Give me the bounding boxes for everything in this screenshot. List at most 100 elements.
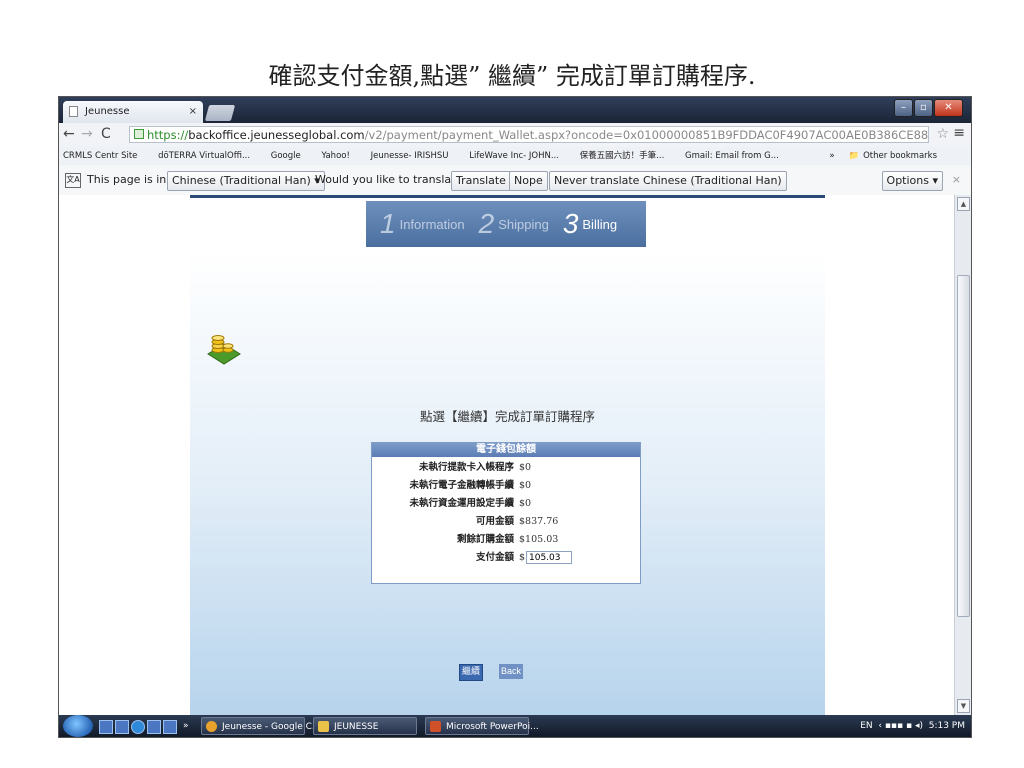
language-select[interactable]: Chinese (Traditional Han) ▾ xyxy=(167,171,325,191)
scroll-up-icon[interactable]: ▲ xyxy=(957,197,970,211)
bookmark-item[interactable]: Yahoo! xyxy=(321,151,349,161)
wallet-row-label: 未執行資金運用設定手續 xyxy=(409,498,514,509)
bookmark-item[interactable]: 保養五國六訪！手筆... xyxy=(580,151,665,161)
translate-bar: 文A This page is in Chinese (Traditional … xyxy=(59,165,971,196)
url-path: /v2/payment/payment_Wallet.aspx?oncode=0… xyxy=(364,128,929,142)
new-tab-button[interactable] xyxy=(204,105,236,121)
wallet-row-label: 剩餘訂購金額 xyxy=(456,534,514,545)
bookmark-star-icon[interactable]: ☆ xyxy=(936,126,949,142)
step-number: 2 xyxy=(478,208,495,239)
translate-close-icon[interactable]: × xyxy=(952,165,961,195)
wallet-row: 未執行電子金融轉帳手續 $0 xyxy=(372,477,640,495)
quicklaunch-more[interactable]: » xyxy=(183,715,189,737)
taskbar-item-powerpoint[interactable]: Microsoft PowerPoi... xyxy=(425,717,539,735)
translate-button[interactable]: Translate xyxy=(451,171,511,191)
wallet-row-value: $837.76 xyxy=(519,516,559,527)
scroll-down-icon[interactable]: ▼ xyxy=(957,699,970,713)
wallet-row: 未執行資金運用設定手續 $0 xyxy=(372,495,640,513)
taskbar-item-label: Jeunesse - Google C... xyxy=(222,722,321,732)
start-orb-icon[interactable] xyxy=(63,715,93,737)
pay-amount-input[interactable] xyxy=(526,551,572,564)
tab-jeunesse[interactable]: Jeunesse × xyxy=(63,101,203,123)
lock-icon xyxy=(134,129,144,139)
wallet-row-label: 可用金額 xyxy=(475,516,514,527)
taskbar-item-folder[interactable]: JEUNESSE xyxy=(313,717,417,735)
language-indicator[interactable]: EN xyxy=(860,721,872,731)
ie-icon[interactable] xyxy=(131,720,145,734)
address-bar-row: ← → C https://backoffice.jeunesseglobal.… xyxy=(59,123,971,148)
pay-amount-row: 支付金額 $ xyxy=(372,549,640,567)
url-scheme: https:// xyxy=(147,128,189,142)
taskbar-item-chrome[interactable]: Jeunesse - Google C... xyxy=(201,717,321,735)
translate-icon: 文A xyxy=(65,173,81,188)
bookmarks-bar: CRMLS Centr Site dōTERRA VirtualOffi... … xyxy=(59,147,971,166)
step-number: 3 xyxy=(562,208,579,239)
url-domain: backoffice.jeunesseglobal.com xyxy=(188,128,365,142)
nope-button[interactable]: Nope xyxy=(509,171,548,191)
options-button[interactable]: Options ▾ xyxy=(881,171,943,191)
wallet-row-value: $105.03 xyxy=(519,534,559,545)
forward-arrow-icon[interactable]: → xyxy=(81,126,93,142)
step-label: Billing xyxy=(582,216,618,232)
wallet-balance-panel: 電子錢包餘額 未執行提款卡入帳程序 $0 未執行電子金融轉帳手續 $0 未執行資金運… xyxy=(371,442,641,584)
vertical-scrollbar[interactable]: ▲ ▼ xyxy=(954,195,971,715)
quicklaunch-icon[interactable] xyxy=(147,720,161,734)
pay-amount-label: 支付金額 xyxy=(475,552,514,563)
reload-icon[interactable]: C xyxy=(101,126,111,142)
continue-button[interactable]: 繼續 xyxy=(459,664,483,681)
menu-icon[interactable]: ≡ xyxy=(953,125,965,141)
tray-icons[interactable]: ‹ ▪▪▪ ▪ ◂) xyxy=(876,721,926,731)
page-viewport: 1 Information 2 Shipping 3 Billing 點選【繼續】完成… xyxy=(59,195,955,718)
bookmark-item[interactable]: CRMLS Centr Site xyxy=(63,151,137,161)
step-billing: 3 Billing xyxy=(563,208,617,240)
wallet-row-label: 未執行提款卡入帳程序 xyxy=(418,462,514,473)
tab-close-icon[interactable]: × xyxy=(189,101,197,123)
minimize-button[interactable]: – xyxy=(894,99,913,117)
powerpoint-icon xyxy=(430,721,441,732)
wallet-row-value: $0 xyxy=(519,480,532,491)
checkout-steps: 1 Information 2 Shipping 3 Billing xyxy=(366,201,646,247)
never-translate-button[interactable]: Never translate Chinese (Traditional Han… xyxy=(549,171,787,191)
window-controls: – ▫ ✕ xyxy=(893,99,963,117)
bookmark-item[interactable]: Gmail: Email from G... xyxy=(685,151,779,161)
step-label: Shipping xyxy=(498,216,549,232)
pay-currency: $ xyxy=(519,552,526,563)
step-information: 1 Information xyxy=(380,208,465,240)
tab-strip: Jeunesse × – ▫ ✕ xyxy=(59,97,971,123)
page-icon xyxy=(69,106,78,117)
bookmark-item[interactable]: dōTERRA VirtualOffi... xyxy=(158,151,250,161)
wallet-row-label: 未執行電子金融轉帳手續 xyxy=(409,480,514,491)
bookmark-item[interactable]: Google xyxy=(271,151,301,161)
wallet-row: 可用金額 $837.76 xyxy=(372,513,640,531)
clock[interactable]: 5:13 PM xyxy=(929,721,965,731)
quicklaunch-icon[interactable] xyxy=(99,720,113,734)
taskbar: » Jeunesse - Google C... JEUNESSE Micros… xyxy=(59,715,971,737)
scroll-thumb[interactable] xyxy=(957,275,970,617)
other-bookmarks[interactable]: » 📁 Other bookmarks xyxy=(825,147,951,165)
back-arrow-icon[interactable]: ← xyxy=(63,126,75,142)
wallet-row-value: $0 xyxy=(519,462,532,473)
taskbar-item-label: JEUNESSE xyxy=(334,722,379,732)
folder-icon xyxy=(318,721,329,732)
url-field[interactable]: https://backoffice.jeunesseglobal.com/v2… xyxy=(129,126,929,143)
quicklaunch-icon[interactable] xyxy=(163,720,177,734)
wallet-row: 剩餘訂購金額 $105.03 xyxy=(372,531,640,549)
close-window-button[interactable]: ✕ xyxy=(933,99,963,117)
other-bookmarks-label: Other bookmarks xyxy=(863,151,937,161)
step-number: 1 xyxy=(380,208,396,239)
wallet-coins-icon xyxy=(207,335,241,365)
translate-prefix: This page is in xyxy=(87,173,167,186)
instruction-text: 點選【繼續】完成訂單訂購程序 xyxy=(419,409,595,424)
maximize-button[interactable]: ▫ xyxy=(913,99,933,117)
back-button[interactable]: Back xyxy=(499,664,523,679)
system-tray: EN ‹ ▪▪▪ ▪ ◂) 5:13 PM xyxy=(860,715,965,737)
wallet-row: 未執行提款卡入帳程序 $0 xyxy=(372,459,640,477)
bookmarks-more: » xyxy=(829,151,835,161)
quicklaunch-icon[interactable] xyxy=(115,720,129,734)
tab-title: Jeunesse xyxy=(85,106,130,117)
bookmark-item[interactable]: Jeunesse- IRISHSU xyxy=(371,151,449,161)
wallet-header: 電子錢包餘額 xyxy=(372,443,640,457)
wallet-row-value: $0 xyxy=(519,498,532,509)
bookmark-item[interactable]: LifeWave Inc- JOHN... xyxy=(469,151,559,161)
chrome-icon xyxy=(206,721,217,732)
